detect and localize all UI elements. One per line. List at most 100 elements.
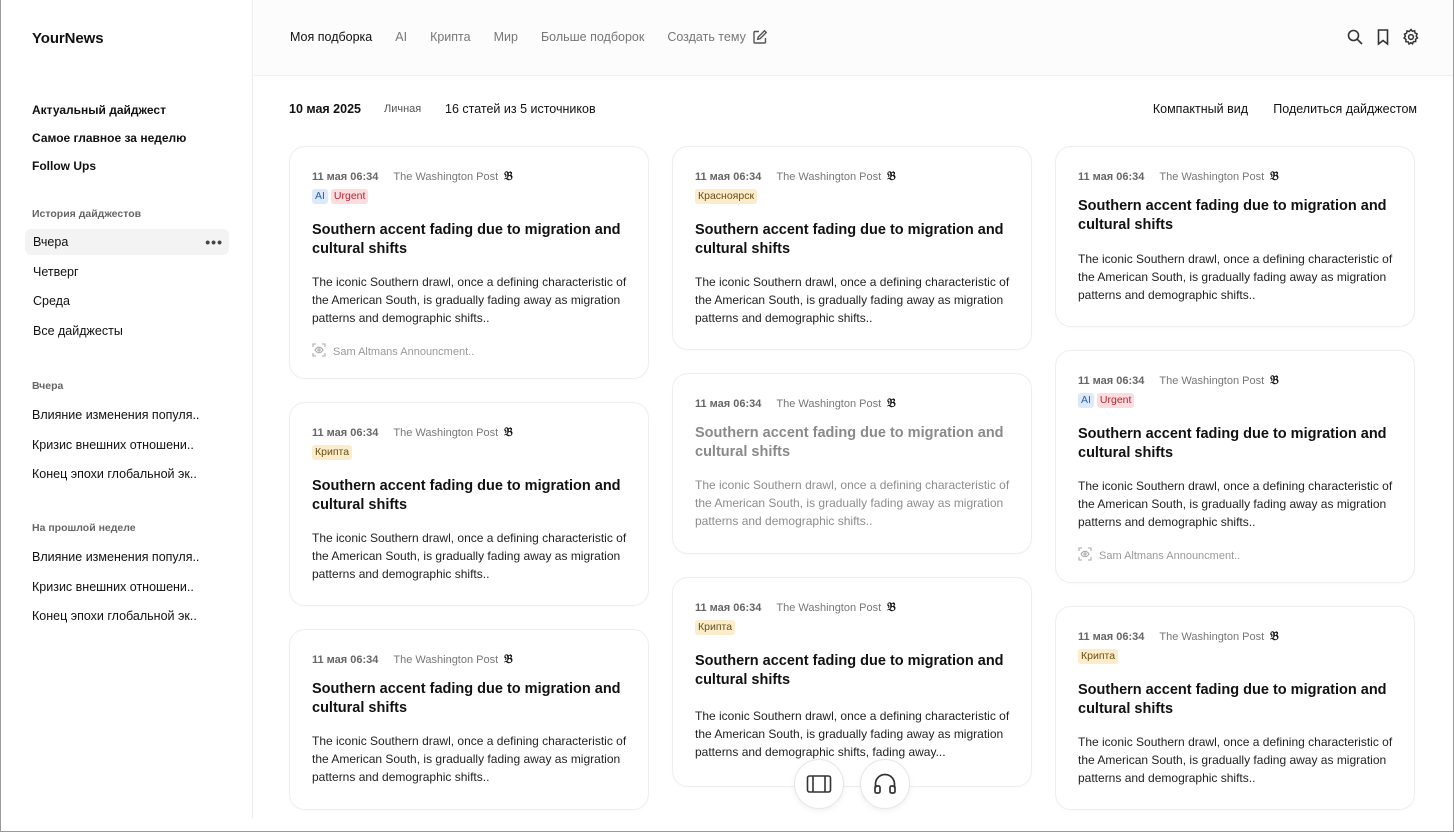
app-window: YourNews Актуальный дайджест Самое главн…: [0, 0, 1454, 832]
article-title[interactable]: Southern accent fading due to migration …: [312, 221, 628, 259]
list-item[interactable]: Конец эпохи глобальной эк..: [32, 466, 199, 496]
top-actions: [1346, 28, 1420, 46]
share-digest-button[interactable]: Поделиться дайджестом: [1273, 102, 1417, 116]
article-tags: Крипта: [695, 620, 736, 635]
article-source: The Washington Post: [393, 170, 499, 183]
article-tags: Крипта: [312, 445, 353, 460]
more-dots-icon[interactable]: •••: [205, 229, 223, 255]
tag-badge: Крипта: [312, 445, 353, 460]
sidebar-item-follow-ups[interactable]: Follow Ups: [32, 159, 186, 187]
yesterday-list: Влияние изменения популя.. Кризис внешни…: [32, 407, 199, 496]
sidebar-item-actual-digest[interactable]: Актуальный дайджест: [32, 103, 186, 131]
tab-ai[interactable]: AI: [395, 30, 407, 44]
article-source: The Washington Post: [393, 653, 499, 666]
tag-badge: AI: [1078, 393, 1094, 408]
digest-date: 10 мая 2025: [289, 102, 361, 116]
digest-type-badge: Личная: [384, 103, 422, 115]
article-title[interactable]: Southern accent fading due to migration …: [1078, 425, 1394, 463]
audio-button[interactable]: [860, 759, 910, 809]
list-item[interactable]: Влияние изменения популя..: [32, 549, 199, 579]
gear-icon[interactable]: [1402, 28, 1420, 46]
tag-badge: Красноярск: [695, 189, 758, 204]
article-meta: 11 мая 06:34 The Washington Post 𝔅: [312, 425, 513, 440]
bookmark-icon[interactable]: [1374, 28, 1392, 46]
tab-crypto[interactable]: Крипта: [430, 30, 471, 44]
article-card[interactable]: 11 мая 06:34 The Washington Post 𝔅 South…: [289, 629, 649, 810]
article-title[interactable]: Southern accent fading due to migration …: [1078, 681, 1394, 719]
history-item-thursday[interactable]: Четверг: [25, 259, 229, 285]
article-summary: The iconic Southern drawl, once a defini…: [1078, 479, 1393, 529]
article-card[interactable]: 11 мая 06:34 The Washington Post 𝔅 Красн…: [672, 146, 1032, 350]
compact-view-button[interactable]: Компактный вид: [1153, 102, 1248, 116]
history-section-title: История дайджестов: [32, 208, 142, 220]
article-source: The Washington Post: [776, 170, 882, 183]
article-time: 11 мая 06:34: [695, 601, 762, 614]
article-footer[interactable]: Sam Altmans Announcment..: [1078, 547, 1240, 564]
article-card[interactable]: 11 мая 06:34 The Washington Post 𝔅 South…: [1055, 146, 1415, 327]
tag-badge: AI: [312, 189, 328, 204]
article-title[interactable]: Southern accent fading due to migration …: [312, 680, 628, 718]
history-item-yesterday[interactable]: Вчера •••: [25, 229, 229, 255]
source-logo-icon: 𝔅: [1270, 373, 1279, 387]
article-summary: The iconic Southern drawl, once a defini…: [312, 531, 627, 581]
tab-my-selection[interactable]: Моя подборка: [290, 30, 372, 44]
tag-badge: Urgent: [330, 189, 369, 204]
article-source: The Washington Post: [776, 601, 882, 614]
article-title[interactable]: Southern accent fading due to migration …: [695, 424, 1011, 462]
history-item-label: Вчера: [33, 235, 69, 249]
history-item-all-digests[interactable]: Все дайджесты: [25, 318, 229, 344]
tab-more-selections[interactable]: Больше подборок: [541, 30, 644, 44]
eye-icon: [312, 343, 326, 360]
article-card[interactable]: 11 мая 06:34 The Washington Post 𝔅 Крипт…: [289, 402, 649, 606]
article-card[interactable]: 11 мая 06:34 The Washington Post 𝔅 AI Ur…: [289, 146, 649, 379]
sidebar-item-week-highlights[interactable]: Самое главное за неделю: [32, 131, 186, 159]
tab-world[interactable]: Мир: [494, 30, 518, 44]
source-logo-icon: 𝔅: [887, 600, 896, 614]
article-title[interactable]: Southern accent fading due to migration …: [312, 477, 628, 515]
app-logo[interactable]: YourNews: [32, 30, 104, 47]
article-time: 11 мая 06:34: [695, 397, 762, 410]
source-logo-icon: 𝔅: [504, 425, 513, 439]
lastweek-section-title: На прошлой неделе: [32, 522, 136, 534]
article-card[interactable]: 11 мая 06:34 The Washington Post 𝔅 Крипт…: [1055, 606, 1415, 810]
tag-badge: Крипта: [1078, 649, 1119, 664]
article-summary: The iconic Southern drawl, once a defini…: [1078, 252, 1393, 302]
list-item[interactable]: Влияние изменения популя..: [32, 407, 199, 437]
article-card[interactable]: 11 мая 06:34 The Washington Post 𝔅 Крипт…: [672, 577, 1032, 787]
article-title[interactable]: Southern accent fading due to migration …: [1078, 197, 1394, 235]
search-icon[interactable]: [1346, 28, 1364, 46]
sidebar-main-links: Актуальный дайджест Самое главное за нед…: [32, 103, 186, 187]
article-source: The Washington Post: [776, 397, 882, 410]
article-card-read[interactable]: 11 мая 06:34 The Washington Post 𝔅 South…: [672, 373, 1032, 554]
article-time: 11 мая 06:34: [312, 653, 379, 666]
related-story-label: Sam Altmans Announcment..: [333, 345, 475, 358]
related-story-label: Sam Altmans Announcment..: [1099, 549, 1241, 562]
article-time: 11 мая 06:34: [1078, 374, 1145, 387]
history-item-wednesday[interactable]: Среда: [25, 288, 229, 314]
article-card[interactable]: 11 мая 06:34 The Washington Post 𝔅 AI Ur…: [1055, 350, 1415, 583]
article-tags: Красноярск: [695, 189, 758, 204]
list-item[interactable]: Кризис внешних отношени..: [32, 437, 199, 467]
article-source: The Washington Post: [1159, 170, 1265, 183]
list-item[interactable]: Кризис внешних отношени..: [32, 579, 199, 609]
list-item[interactable]: Конец эпохи глобальной эк..: [32, 608, 199, 638]
source-logo-icon: 𝔅: [504, 652, 513, 666]
digest-article-count: 16 статей из 5 источников: [445, 102, 596, 116]
reader-mode-icon: [806, 775, 832, 793]
article-title[interactable]: Southern accent fading due to migration …: [695, 652, 1011, 690]
edit-icon: [753, 29, 768, 44]
create-topic-button[interactable]: Создать тему: [667, 29, 768, 45]
article-meta: 11 мая 06:34 The Washington Post 𝔅: [1078, 169, 1279, 184]
article-tags: AI Urgent: [312, 189, 369, 204]
article-meta: 11 мая 06:34 The Washington Post 𝔅: [312, 169, 513, 184]
reader-mode-button[interactable]: [794, 759, 844, 809]
article-source: The Washington Post: [1159, 374, 1265, 387]
sidebar: YourNews Актуальный дайджест Самое главн…: [1, 0, 253, 818]
source-logo-icon: 𝔅: [504, 169, 513, 183]
article-summary: The iconic Southern drawl, once a defini…: [695, 478, 1010, 528]
article-title[interactable]: Southern accent fading due to migration …: [695, 221, 1011, 259]
article-footer[interactable]: Sam Altmans Announcment..: [312, 343, 474, 360]
article-time: 11 мая 06:34: [1078, 630, 1145, 643]
create-topic-label: Создать тему: [667, 30, 746, 44]
top-navigation: Моя подборка AI Крипта Мир Больше подбор…: [254, 0, 1453, 76]
